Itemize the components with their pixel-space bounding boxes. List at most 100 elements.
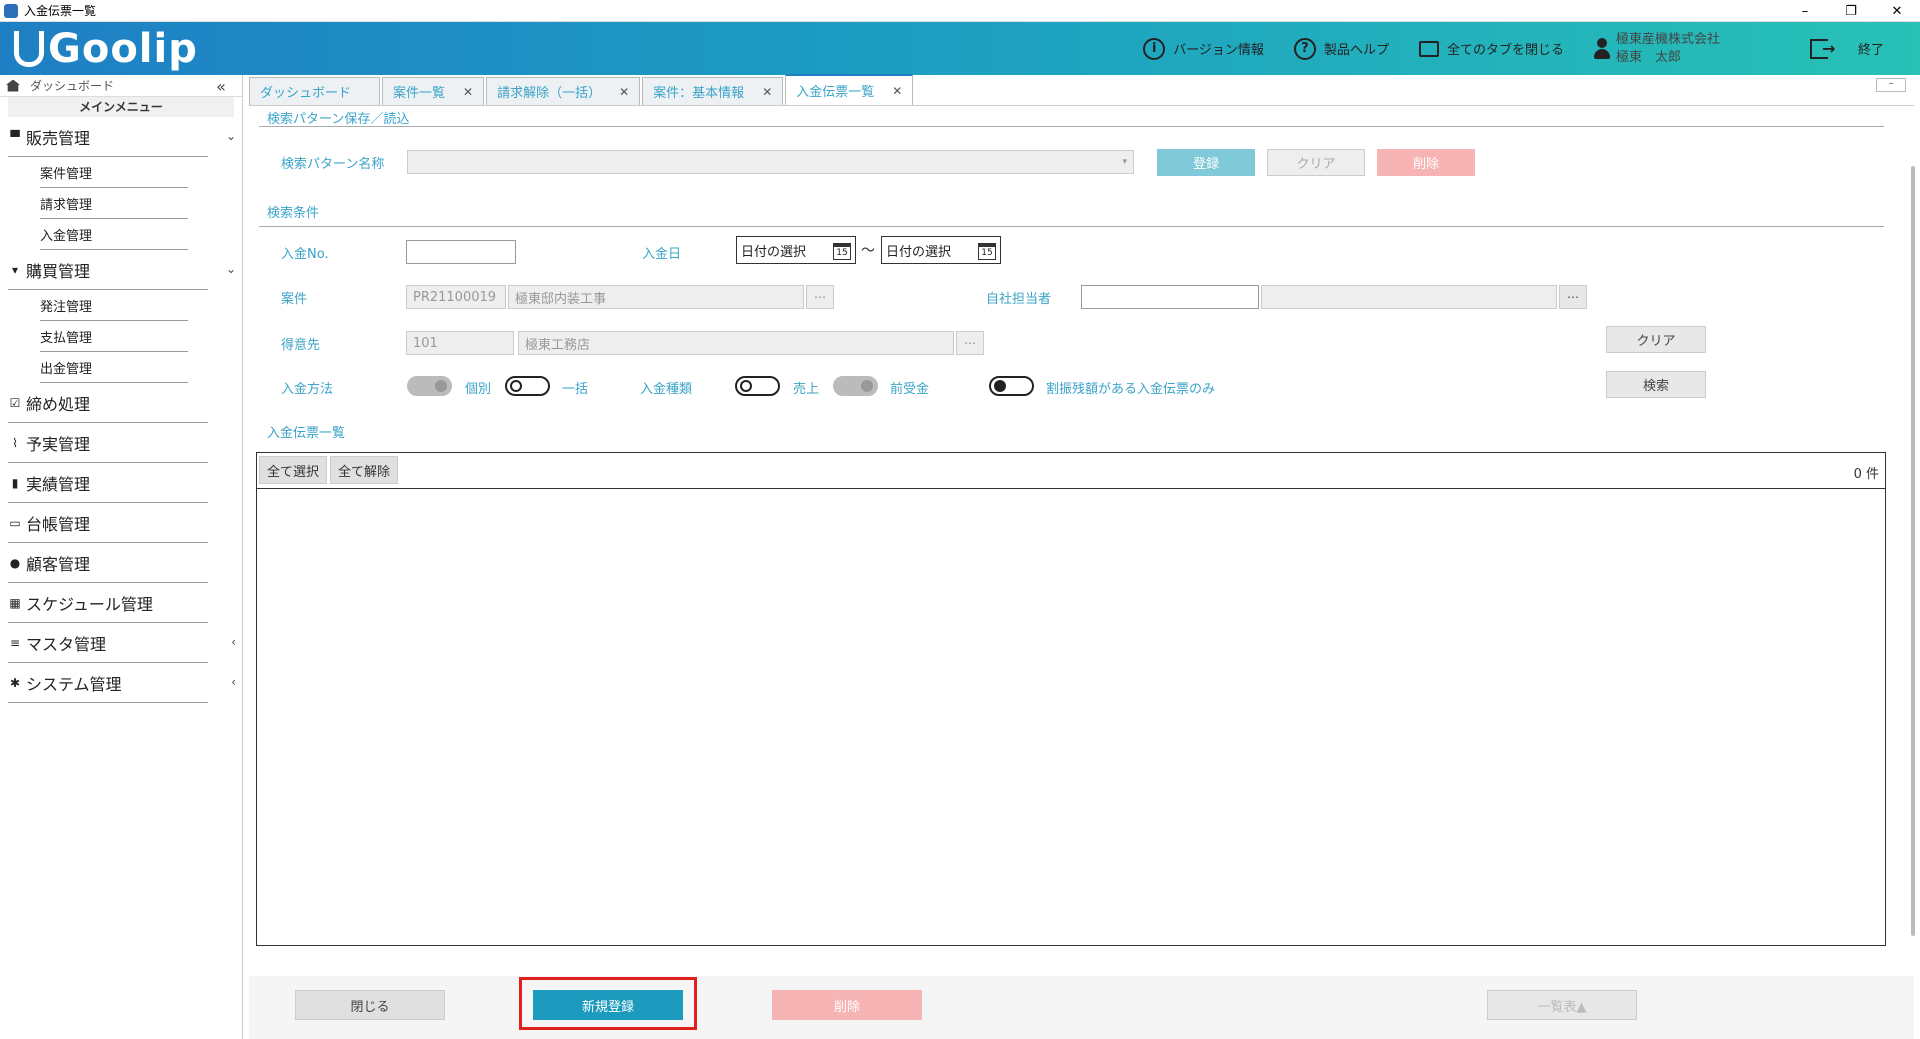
date-to-input[interactable]: 日付の選択 15 xyxy=(881,236,1001,264)
tab-label: 入金伝票一覧 xyxy=(796,85,875,100)
calendar-icon[interactable]: 15 xyxy=(978,243,996,260)
project-name-input: 極東邸内装工事 xyxy=(508,285,804,309)
toggle-knob xyxy=(740,380,752,392)
section-divider xyxy=(259,126,1884,127)
customer-lookup-button[interactable]: ⋯ xyxy=(956,331,984,355)
product-help-link[interactable]: ? 製品ヘルプ xyxy=(1293,37,1389,60)
sidebar-group-3[interactable]: ⌇ 予実管理 xyxy=(8,423,208,463)
tab-bar: ダッシュボード 案件一覧 ✕ 請求解除（一括） ✕ 案件：基本情報 ✕ 入金伝票一覧 ✕ – xyxy=(249,74,1914,106)
search-pattern-select[interactable]: ▾ xyxy=(407,150,1134,174)
home-icon xyxy=(6,79,20,92)
section-divider xyxy=(259,226,1884,227)
main-content: 検索パターン保存／読込 検索パターン名称 ▾ 登録 クリア 削除 検索条件 入金… xyxy=(249,106,1889,976)
toggle-knob xyxy=(861,380,873,392)
menu-group-icon: ● xyxy=(9,555,21,570)
search-button[interactable]: 検索 xyxy=(1606,371,1706,398)
user-icon xyxy=(1593,37,1610,60)
owner-code-input[interactable] xyxy=(1081,285,1259,309)
deselect-all-button[interactable]: 全て解除 xyxy=(330,456,398,484)
version-info-link[interactable]: i バージョン情報 xyxy=(1143,37,1264,60)
toggle-knob xyxy=(435,380,447,392)
minimize-button[interactable]: – xyxy=(1782,0,1828,22)
tab-0[interactable]: ダッシュボード xyxy=(249,77,381,105)
sidebar-group-1[interactable]: ▾ 購買管理 ⌄ xyxy=(8,250,236,290)
scrollbar-thumb[interactable] xyxy=(1911,166,1915,936)
pattern-register-button[interactable]: 登録 xyxy=(1157,149,1255,176)
sidebar-group-label: 顧客管理 xyxy=(26,554,91,574)
conditions-section-title: 検索条件 xyxy=(267,206,320,221)
sidebar-group-6[interactable]: ● 顧客管理 xyxy=(8,543,208,583)
balance-only-toggle[interactable] xyxy=(989,376,1034,396)
menu-group-icon: ≡ xyxy=(9,635,21,650)
toggle-knob xyxy=(994,380,1006,392)
tab-2[interactable]: 請求解除（一括） ✕ xyxy=(486,77,641,105)
sidebar-item-0-0[interactable]: 案件管理 xyxy=(40,157,188,188)
date-from-input[interactable]: 日付の選択 15 xyxy=(736,236,856,264)
customer-code-input[interactable]: 101 xyxy=(406,331,514,355)
list-output-button[interactable]: 一覧表▲ xyxy=(1487,990,1637,1020)
sidebar-group-label: 予実管理 xyxy=(26,434,91,454)
payment-no-input[interactable] xyxy=(406,240,516,264)
sidebar-dashboard[interactable]: ダッシュボード « xyxy=(0,75,242,97)
pattern-delete-button[interactable]: 削除 xyxy=(1377,149,1475,176)
tabs-minimize-button[interactable]: – xyxy=(1876,78,1906,92)
tab-4[interactable]: 入金伝票一覧 ✕ xyxy=(785,74,914,105)
date-from-value: 日付の選択 xyxy=(741,244,807,260)
conditions-clear-button[interactable]: クリア xyxy=(1606,326,1706,353)
pattern-clear-button[interactable]: クリア xyxy=(1267,149,1365,176)
tab-label: ダッシュボード xyxy=(260,86,352,101)
sidebar-group-2[interactable]: ☑ 締め処理 xyxy=(8,383,208,423)
select-all-button[interactable]: 全て選択 xyxy=(259,456,327,484)
type-sales-label: 売上 xyxy=(793,382,820,397)
exit-button[interactable]: 終了 xyxy=(1809,38,1884,59)
method-bulk-toggle[interactable] xyxy=(505,376,550,396)
sidebar-item-1-1[interactable]: 支払管理 xyxy=(40,321,188,352)
chevron-down-icon: ▾ xyxy=(1122,157,1127,167)
calendar-icon[interactable]: 15 xyxy=(833,243,851,260)
tab-3[interactable]: 案件：基本情報 ✕ xyxy=(642,77,784,105)
type-sales-toggle[interactable] xyxy=(735,376,780,396)
sidebar-group-5[interactable]: ▭ 台帳管理 xyxy=(8,503,208,543)
user-info: 極東産機株式会社 極東 太郎 xyxy=(1593,31,1720,67)
search-pattern-name-label: 検索パターン名称 xyxy=(281,157,385,172)
close-icon[interactable]: ✕ xyxy=(463,85,473,99)
chevron-icon: ⌄ xyxy=(225,262,236,276)
method-individual-toggle[interactable] xyxy=(407,376,452,396)
sidebar-group-label: システム管理 xyxy=(26,674,122,694)
project-lookup-button[interactable]: ⋯ xyxy=(806,285,834,309)
tab-1[interactable]: 案件一覧 ✕ xyxy=(382,77,485,105)
close-button[interactable]: 閉じる xyxy=(295,990,445,1020)
sidebar-item-0-1[interactable]: 請求管理 xyxy=(40,188,188,219)
close-icon[interactable]: ✕ xyxy=(762,85,772,99)
sidebar-item-0-2[interactable]: 入金管理 xyxy=(40,219,188,250)
sidebar-group-4[interactable]: ▮ 実績管理 xyxy=(8,463,208,503)
vertical-scrollbar[interactable] xyxy=(1906,106,1920,946)
exit-icon xyxy=(1809,38,1835,59)
sidebar-item-1-2[interactable]: 出金管理 xyxy=(40,352,188,383)
user-name: 極東 太郎 xyxy=(1615,49,1681,65)
close-window-button[interactable]: ✕ xyxy=(1874,0,1920,22)
sidebar-group-label: 実績管理 xyxy=(26,474,91,494)
close-all-tabs-link[interactable]: 全てのタブを閉じる xyxy=(1418,39,1564,58)
sidebar-group-9[interactable]: ✱ システム管理 ‹ xyxy=(8,663,236,703)
sidebar-group-8[interactable]: ≡ マスタ管理 ‹ xyxy=(8,623,236,663)
delete-button[interactable]: 削除 xyxy=(772,990,922,1020)
owner-lookup-button[interactable]: ⋯ xyxy=(1559,285,1587,309)
close-icon[interactable]: ✕ xyxy=(892,84,902,98)
version-info-label: バージョン情報 xyxy=(1173,43,1264,58)
exit-label: 終了 xyxy=(1857,43,1884,58)
sidebar-group-0[interactable]: ▀ 販売管理 ⌄ xyxy=(8,117,236,157)
owner-name-input xyxy=(1261,285,1557,309)
close-icon[interactable]: ✕ xyxy=(619,85,629,99)
sidebar-item-1-0[interactable]: 発注管理 xyxy=(40,290,188,321)
project-code-input[interactable]: PR21100019 xyxy=(406,285,506,309)
type-advance-toggle[interactable] xyxy=(833,376,878,396)
collapse-sidebar-icon[interactable]: « xyxy=(210,75,232,97)
sidebar-group-label: マスタ管理 xyxy=(26,634,107,654)
menu-group-icon: ⌇ xyxy=(12,435,18,450)
menu-group-icon: ✱ xyxy=(9,675,21,690)
restore-button[interactable]: ❐ xyxy=(1828,0,1874,22)
sidebar-group-7[interactable]: ▦ スケジュール管理 xyxy=(8,583,208,623)
product-help-label: 製品ヘルプ xyxy=(1323,43,1389,58)
sidebar: ダッシュボード « メインメニュー ▀ 販売管理 ⌄ 案件管理 請求管理 入金管理 ▾ 購買管… xyxy=(0,75,243,1039)
